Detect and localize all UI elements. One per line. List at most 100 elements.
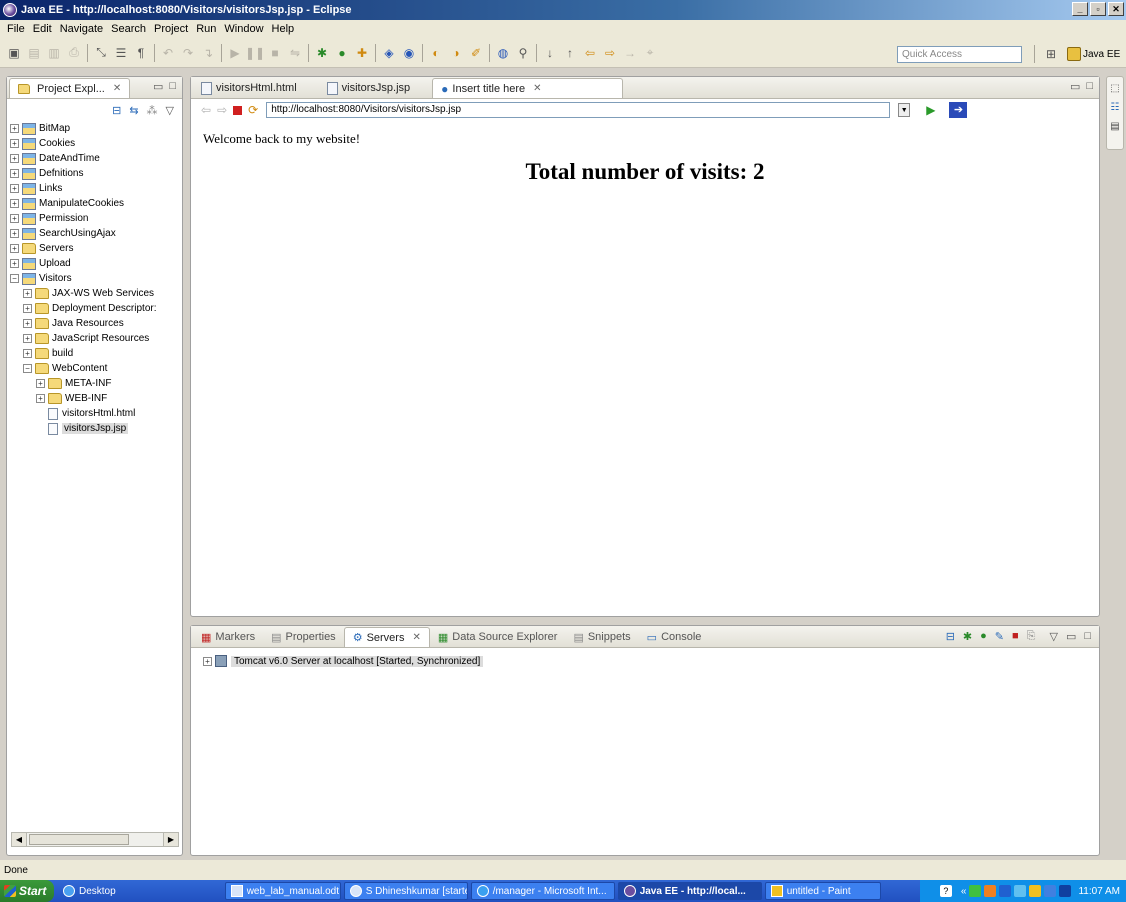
forward-icon[interactable]: ⇨ <box>217 103 227 117</box>
perspective-java-ee[interactable]: Java EE <box>1067 47 1120 61</box>
debug-icon[interactable]: ✱ <box>314 45 330 61</box>
taskbar-item-paint[interactable]: untitled - Paint <box>764 882 881 900</box>
collapse-all-icon[interactable]: ⊟ <box>112 104 121 117</box>
menu-project[interactable]: Project <box>150 23 192 35</box>
tab-visitors-html[interactable]: visitorsHtml.html <box>193 78 305 98</box>
restore-icon[interactable]: ⬚ <box>1110 83 1119 94</box>
minimize-icon[interactable]: ▭ <box>1066 630 1076 643</box>
network-icon[interactable] <box>969 885 982 897</box>
refresh-icon[interactable]: ⟳ <box>248 103 258 117</box>
scrollbar-thumb[interactable] <box>29 834 129 845</box>
close-icon[interactable]: ✕ <box>533 83 541 94</box>
minimize-icon[interactable]: ▭ <box>1070 80 1080 93</box>
go-icon[interactable]: ▶ <box>926 103 935 117</box>
expand-icon[interactable]: + <box>10 184 19 193</box>
tab-project-explorer[interactable]: Project Expl... ✕ <box>9 78 131 98</box>
undo-icon[interactable]: ↶ <box>160 45 176 61</box>
expand-icon[interactable]: + <box>10 229 19 238</box>
menu-window[interactable]: Window <box>220 23 267 35</box>
menu-help[interactable]: Help <box>268 23 299 35</box>
tree-item[interactable]: − WebContent <box>7 361 182 376</box>
view-menu-icon[interactable]: ▽ <box>1049 630 1057 643</box>
tree-item[interactable]: + JAX-WS Web Services <box>7 286 182 301</box>
task-list-icon[interactable]: ▤ <box>1110 121 1119 132</box>
external-tools-icon[interactable]: ✚ <box>354 45 370 61</box>
tree-item[interactable]: + META-INF <box>7 376 182 391</box>
taskbar-item-writer[interactable]: web_lab_manual.odt - O... <box>224 882 341 900</box>
forward-history-icon[interactable]: → <box>622 45 638 61</box>
tree-item[interactable]: − Visitors <box>7 271 182 286</box>
tree-item[interactable]: + Defnitions <box>7 166 182 181</box>
tab-insert-title-here[interactable]: ● Insert title here ✕ <box>432 78 623 98</box>
step-icon[interactable]: ↴ <box>200 45 216 61</box>
desktop-button[interactable]: Desktop <box>57 882 122 900</box>
expand-icon[interactable]: + <box>23 304 32 313</box>
tab-properties[interactable]: ▤ Properties <box>263 627 344 647</box>
tree-item[interactable]: + build <box>7 346 182 361</box>
tree-item[interactable]: + DateAndTime <box>7 151 182 166</box>
navigate-icon[interactable]: ➔ <box>949 102 968 118</box>
server-row[interactable]: + Tomcat v6.0 Server at localhost [Start… <box>203 653 1099 669</box>
scroll-right-icon[interactable]: ▶ <box>163 833 178 846</box>
tab-data-source-explorer[interactable]: ▦ Data Source Explorer <box>430 627 566 647</box>
open-task-icon[interactable]: ✐ <box>468 45 484 61</box>
tree-item[interactable]: + Java Resources <box>7 316 182 331</box>
maximize-icon[interactable]: □ <box>1084 630 1091 643</box>
redo-icon[interactable]: ↷ <box>180 45 196 61</box>
expand-icon[interactable]: + <box>23 319 32 328</box>
expand-icon[interactable]: + <box>23 334 32 343</box>
maximize-icon[interactable]: □ <box>169 80 176 93</box>
expand-icon[interactable]: + <box>23 349 32 358</box>
forward-icon[interactable]: ⇨ <box>602 45 618 61</box>
expand-icon[interactable]: + <box>23 289 32 298</box>
suspend-icon[interactable]: ❚❚ <box>245 45 265 61</box>
tab-markers[interactable]: ▦ Markers <box>193 627 263 647</box>
maximize-button[interactable]: ▫ <box>1090 2 1106 16</box>
chevron-down-icon[interactable]: ▼ <box>898 103 911 117</box>
expand-icon[interactable]: + <box>10 259 19 268</box>
pin-editor-icon[interactable]: ⌖ <box>642 45 658 61</box>
expand-icon[interactable]: + <box>10 154 19 163</box>
open-folder-icon[interactable]: ◑ <box>448 45 464 61</box>
expand-icon[interactable]: + <box>10 199 19 208</box>
menu-file[interactable]: File <box>3 23 29 35</box>
show-whitespace-icon[interactable]: ¶ <box>133 45 149 61</box>
terminate-icon[interactable]: ■ <box>267 45 283 61</box>
view-menu-icon[interactable]: ▽ <box>166 104 174 117</box>
expand-icon[interactable]: + <box>36 394 45 403</box>
shield-icon[interactable] <box>1029 885 1042 897</box>
tree-item[interactable]: visitorsHtml.html <box>7 406 182 421</box>
minimize-icon[interactable]: ▭ <box>153 80 163 93</box>
resume-icon[interactable]: ▶ <box>227 45 243 61</box>
run-icon[interactable]: ● <box>334 45 350 61</box>
security-icon[interactable] <box>984 885 997 897</box>
start-server-icon[interactable]: ● <box>980 630 987 643</box>
taskbar-item-ie[interactable]: /manager - Microsoft Int... <box>470 882 615 900</box>
expand-icon[interactable]: + <box>10 169 19 178</box>
menu-navigate[interactable]: Navigate <box>56 23 107 35</box>
maximize-icon[interactable]: □ <box>1086 80 1093 93</box>
monitor-icon[interactable] <box>1014 885 1027 897</box>
tree-item[interactable]: + Permission <box>7 211 182 226</box>
menu-search[interactable]: Search <box>107 23 150 35</box>
expand-icon[interactable]: + <box>203 656 212 666</box>
taskbar-item-eclipse[interactable]: Java EE - http://local... <box>617 882 762 900</box>
tray-chevron-icon[interactable]: « <box>961 886 967 897</box>
scroll-left-icon[interactable]: ◀ <box>12 833 27 846</box>
tree-item[interactable]: + Cookies <box>7 136 182 151</box>
link-with-editor-icon[interactable]: ⇆ <box>129 104 138 117</box>
update-icon[interactable] <box>1059 885 1072 897</box>
stop-server-icon[interactable]: ■ <box>1012 630 1019 643</box>
quick-access-input[interactable]: Quick Access <box>897 46 1022 63</box>
horizontal-scrollbar[interactable]: ◀ ▶ <box>11 832 179 847</box>
tab-snippets[interactable]: ▤ Snippets <box>565 627 638 647</box>
tab-servers[interactable]: ⚙ Servers ✕ <box>343 627 430 647</box>
expand-icon[interactable]: + <box>10 214 19 223</box>
filters-icon[interactable]: ⁂ <box>147 104 158 117</box>
new-web-project-icon[interactable]: ◉ <box>401 45 417 61</box>
new-icon[interactable]: ▣ <box>6 45 22 61</box>
expand-icon[interactable]: + <box>10 124 19 133</box>
tree-item[interactable]: + Servers <box>7 241 182 256</box>
expand-icon[interactable]: + <box>36 379 45 388</box>
menu-run[interactable]: Run <box>192 23 220 35</box>
